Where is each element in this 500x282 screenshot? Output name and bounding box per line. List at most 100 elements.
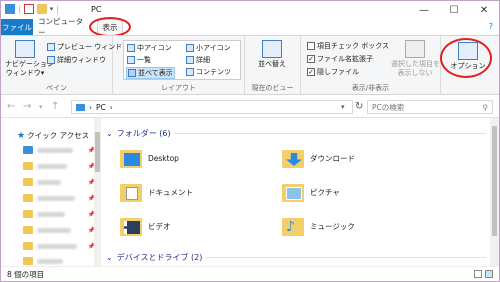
item-count: 8 個の項目 bbox=[7, 269, 45, 279]
hide-selected-icon bbox=[405, 40, 425, 58]
window-title: PC bbox=[91, 5, 102, 14]
breadcrumb-separator: › bbox=[89, 102, 92, 112]
folder-desktop[interactable]: Desktop bbox=[120, 148, 179, 168]
folder-music[interactable]: ♪ ミュージック bbox=[282, 216, 355, 236]
status-bar: 8 個の項目 bbox=[1, 266, 499, 281]
folder-icon bbox=[23, 226, 33, 234]
blurred-label bbox=[37, 243, 77, 249]
blurred-label bbox=[37, 227, 71, 233]
highlight-circle-options bbox=[440, 38, 492, 78]
ribbon-tabs: ファイル コンピューター 表示 ? bbox=[1, 17, 499, 37]
nav-scrollbar[interactable] bbox=[94, 118, 101, 266]
list-item[interactable]: 📌 bbox=[23, 226, 95, 234]
list-item[interactable]: 📌 bbox=[23, 162, 95, 170]
search-input[interactable]: PCの検索 ⚲ bbox=[367, 100, 493, 114]
pc-icon bbox=[76, 103, 85, 111]
layout-gallery: 中アイコン 小アイコン 一覧 詳細 並べて表示 コンテンツ bbox=[123, 40, 241, 80]
folder-videos[interactable]: ビデオ bbox=[120, 216, 171, 236]
quick-access-node[interactable]: ★ クイック アクセス bbox=[17, 130, 89, 141]
list-item[interactable]: 📌 bbox=[23, 194, 95, 202]
new-folder-icon[interactable] bbox=[36, 4, 47, 14]
layout-small-icons[interactable]: 小アイコン bbox=[186, 43, 231, 53]
list-icon bbox=[127, 56, 135, 64]
close-button[interactable]: ✕ bbox=[469, 1, 499, 19]
documents-folder-icon bbox=[120, 182, 142, 202]
layout-list[interactable]: 一覧 bbox=[127, 55, 151, 65]
minimize-button[interactable]: — bbox=[409, 1, 439, 19]
separator: | bbox=[56, 4, 59, 14]
section-folders[interactable]: ⌄ フォルダー (6) bbox=[106, 128, 486, 139]
folder-downloads[interactable]: ダウンロード bbox=[282, 148, 355, 168]
folder-label: Desktop bbox=[148, 153, 179, 163]
pictures-folder-icon bbox=[282, 182, 304, 202]
chevron-down-icon: ⌄ bbox=[106, 253, 113, 262]
separator: | bbox=[18, 4, 21, 14]
layout-tiles[interactable]: 並べて表示 bbox=[126, 67, 175, 79]
checkbox-label: 項目チェック ボックス bbox=[317, 42, 390, 50]
scrollbar-thumb[interactable] bbox=[95, 132, 100, 172]
list-item[interactable]: 📌 bbox=[23, 146, 95, 154]
sort-button[interactable]: 並べ替え bbox=[251, 40, 293, 69]
content-area: ⌄ フォルダー (6) Desktop ダウンロード ドキュメント ピクチャ ビ… bbox=[102, 118, 499, 266]
qat-dropdown-icon[interactable]: ▾ bbox=[50, 5, 54, 13]
breadcrumb-separator: › bbox=[109, 102, 113, 112]
list-item[interactable]: 📌 bbox=[23, 242, 95, 250]
nav-pane-button[interactable]: ナビゲーション ウィンドウ▾ bbox=[5, 40, 54, 78]
folder-documents[interactable]: ドキュメント bbox=[120, 182, 193, 202]
medium-icons-icon bbox=[127, 44, 135, 52]
properties-icon[interactable] bbox=[23, 4, 34, 14]
group-current-view: 並べ替え 現在のビュー bbox=[245, 36, 301, 95]
search-icon: ⚲ bbox=[482, 102, 489, 112]
maximize-button[interactable]: ☐ bbox=[439, 1, 469, 19]
large-icons-view-icon[interactable] bbox=[485, 270, 493, 278]
tab-file[interactable]: ファイル bbox=[1, 19, 33, 35]
up-arrow-icon[interactable]: ↑ bbox=[51, 101, 59, 112]
checkbox-checked: ✓ bbox=[307, 55, 315, 63]
computer-icon bbox=[5, 4, 15, 14]
details-view-icon[interactable] bbox=[474, 270, 482, 278]
recent-dropdown-icon[interactable]: ▾ bbox=[39, 103, 43, 111]
layout-item-label: コンテンツ bbox=[196, 68, 231, 76]
back-arrow-icon[interactable]: ← bbox=[7, 101, 15, 112]
music-folder-icon: ♪ bbox=[282, 216, 304, 236]
help-icon[interactable]: ? bbox=[489, 22, 493, 31]
quick-access-toolbar: | ▾ | bbox=[5, 4, 59, 14]
section-title: デバイスとドライブ (2) bbox=[116, 253, 203, 262]
details-pane-button[interactable]: 詳細ウィンドウ bbox=[47, 55, 106, 65]
list-item[interactable] bbox=[23, 257, 95, 265]
breadcrumb-pc[interactable]: PC bbox=[96, 103, 106, 112]
layout-item-label: 中アイコン bbox=[137, 44, 172, 52]
list-item[interactable]: 📌 bbox=[23, 210, 95, 218]
folder-icon bbox=[23, 242, 33, 250]
layout-item-label: 小アイコン bbox=[196, 44, 231, 52]
tab-computer[interactable]: コンピューター bbox=[38, 17, 86, 37]
path-box[interactable]: › PC › bbox=[71, 100, 353, 114]
forward-arrow-icon[interactable]: → bbox=[23, 101, 31, 112]
group-label-layout: レイアウト bbox=[161, 84, 196, 92]
desktop-folder-icon bbox=[120, 148, 142, 168]
file-extension-toggle[interactable]: ✓ ファイル名拡張子 bbox=[307, 54, 373, 64]
divider bbox=[174, 133, 486, 134]
folder-pictures[interactable]: ピクチャ bbox=[282, 182, 340, 202]
hidden-files-toggle[interactable]: ✓ 隠しファイル bbox=[307, 67, 359, 77]
content-scrollbar[interactable] bbox=[490, 118, 499, 266]
folder-label: ミュージック bbox=[310, 221, 355, 231]
item-checkbox-toggle[interactable]: 項目チェック ボックス bbox=[307, 41, 389, 51]
layout-content[interactable]: コンテンツ bbox=[186, 67, 231, 77]
layout-item-label: 並べて表示 bbox=[138, 69, 173, 77]
refresh-icon[interactable]: ↻ bbox=[355, 101, 363, 112]
blurred-label bbox=[37, 258, 63, 264]
path-dropdown-icon[interactable]: ▾ bbox=[341, 103, 345, 111]
videos-folder-icon bbox=[120, 216, 142, 236]
search-placeholder: PCの検索 bbox=[372, 102, 405, 112]
chevron-down-icon: ⌄ bbox=[106, 129, 113, 138]
layout-medium-icons[interactable]: 中アイコン bbox=[127, 43, 172, 53]
hide-selected-button[interactable]: 選択した項目を 表示しない bbox=[391, 40, 440, 78]
highlight-circle-view-tab bbox=[89, 17, 131, 37]
details-icon bbox=[186, 56, 194, 64]
list-item[interactable]: 📌 bbox=[23, 178, 95, 186]
layout-details[interactable]: 詳細 bbox=[186, 55, 210, 65]
scrollbar-thumb[interactable] bbox=[492, 126, 497, 236]
section-devices[interactable]: ⌄ デバイスとドライブ (2) bbox=[106, 252, 486, 263]
checkbox-unchecked bbox=[307, 42, 315, 50]
